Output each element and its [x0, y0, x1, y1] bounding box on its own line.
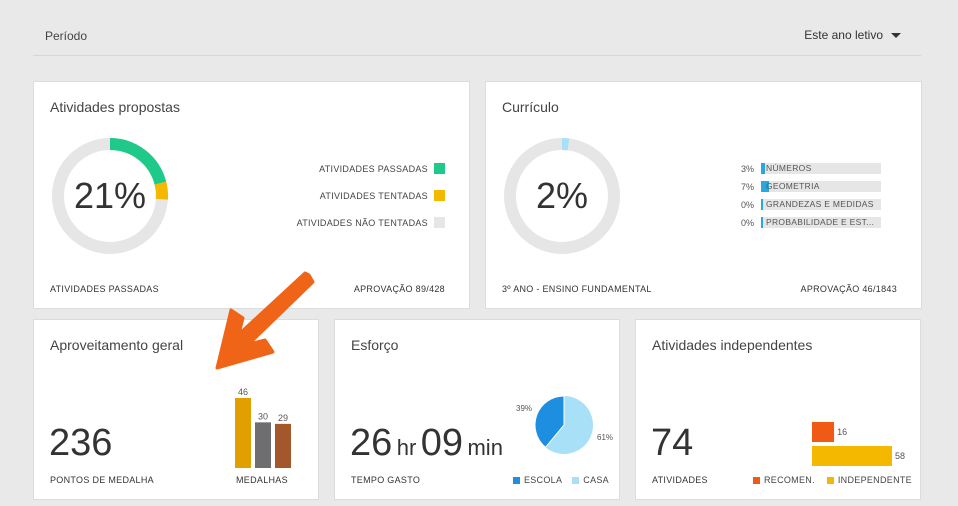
medal-bar-gold [235, 398, 251, 468]
medal-bar-label: 30 [258, 411, 268, 421]
curriculum-row-fill [761, 199, 763, 210]
curriculum-row-label: PROBABILIDADE E EST... [766, 217, 875, 227]
medals-bar-chart: 46 30 29 [235, 387, 291, 468]
arrow-annotation-icon [215, 271, 315, 370]
curriculum-row-label: GRANDEZAS E MEDIDAS [766, 199, 874, 209]
legend-passed: ATIVIDADES PASSADAS [319, 163, 445, 174]
footer-right: APROVAÇÃO 89/428 [353, 284, 445, 294]
activities-donut: 21% [50, 136, 170, 256]
legend-passed-label: ATIVIDADES PASSADAS [319, 163, 428, 174]
curriculum-row-fill [761, 163, 765, 174]
curriculum-row-pct: 0% [741, 217, 755, 228]
footer-left: 3º ANO - ENSINO FUNDAMENTAL [502, 284, 652, 294]
legend-not-attempted-swatch [434, 217, 445, 228]
curriculum-row-bar: NÚMEROS [761, 163, 881, 174]
curriculum-row[interactable]: 0% GRANDEZAS E MEDIDAS [741, 199, 881, 210]
time-spent-value: 26 hr 09 min [350, 422, 503, 465]
effort-legend: ESCOLA CASA [512, 475, 609, 485]
card-title: Aproveitamento geral [50, 337, 184, 353]
card-title: Esforço [351, 337, 399, 353]
independent-legend: RECOMEN. INDEPENDENTE [752, 475, 912, 485]
legend-passed-swatch [434, 163, 445, 174]
legend-not-attempted-label: ATIVIDADES NÃO TENTADAS [296, 217, 428, 228]
chevron-down-icon[interactable] [891, 32, 901, 38]
legend-school-label: ESCOLA [523, 475, 563, 485]
legend-school-swatch [512, 476, 520, 484]
period-dropdown[interactable]: Este ano letivo [804, 28, 901, 42]
curriculum-row-bar: GEOMETRIA [761, 181, 881, 192]
legend-attempted-label: ATIVIDADES TENTADAS [319, 190, 428, 201]
card-curriculo[interactable]: Currículo 2% 3% NÚMEROS 7% GEOMETRIA 0% GRAND… [485, 81, 922, 309]
card-atividades-independentes[interactable]: Atividades independentes 74 ATIVIDADES 1… [635, 319, 921, 500]
medal-bar-label: 46 [238, 387, 248, 397]
legend-home-swatch [572, 476, 580, 484]
legend-not-attempted: ATIVIDADES NÃO TENTADAS [297, 217, 445, 228]
legend-indep-swatch [826, 476, 834, 484]
medals-label: MEDALHAS [236, 475, 288, 485]
curriculum-row-bar: PROBABILIDADE E EST... [761, 217, 881, 228]
school-home-pie-chart: 39% 61% [516, 395, 613, 454]
bar-recommended [812, 422, 835, 442]
bar-label: 58 [895, 451, 905, 461]
curriculum-row-pct: 0% [741, 199, 755, 210]
pie-home-label: 61% [597, 433, 613, 442]
curriculum-row-bar: GRANDEZAS E MEDIDAS [761, 199, 881, 210]
curriculum-row-pct: 7% [741, 181, 755, 192]
curriculum-donut: 2% [502, 136, 622, 256]
pie-school-label: 39% [516, 404, 532, 413]
curriculum-row-label: NÚMEROS [766, 163, 812, 173]
period-value[interactable]: Este ano letivo [804, 28, 883, 42]
card-esforco[interactable]: Esforço 26 hr 09 min TEMPO GASTO 39% 61% … [334, 319, 620, 500]
donut-value: 2% [535, 175, 589, 216]
time-spent-label: TEMPO GASTO [351, 475, 421, 485]
medal-bar-silver [255, 422, 271, 468]
curriculum-row[interactable]: 0% PROBABILIDADE E EST... [741, 217, 881, 228]
legend-recom-label: RECOMEN. [763, 475, 815, 485]
hours-unit: hr [396, 435, 417, 460]
hours-value: 26 [350, 422, 393, 464]
curriculum-row[interactable]: 3% NÚMEROS [741, 163, 881, 174]
curriculum-row-pct: 3% [741, 163, 755, 174]
legend-attempted-swatch [434, 190, 445, 201]
independent-count-value: 74 [651, 422, 694, 464]
footer-right: APROVAÇÃO 46/1843 [800, 284, 897, 294]
bar-independent [812, 446, 892, 466]
independent-count-label: ATIVIDADES [652, 475, 708, 485]
period-label: Período [45, 29, 88, 43]
card-title: Currículo [502, 99, 559, 115]
footer-left: ATIVIDADES PASSADAS [50, 284, 159, 294]
curriculum-row[interactable]: 7% GEOMETRIA [741, 181, 881, 192]
minutes-value: 09 [420, 422, 464, 464]
card-title: Atividades independentes [652, 337, 813, 353]
minutes-unit: min [467, 435, 503, 460]
curriculum-row-label: GEOMETRIA [766, 181, 820, 191]
curriculum-row-fill [761, 217, 763, 228]
independent-bar-chart: 1658 [812, 422, 905, 466]
legend-recom-swatch [752, 476, 760, 484]
donut-value: 21% [73, 175, 147, 216]
medal-bar-bronze [275, 423, 291, 468]
medal-bar-label: 29 [278, 413, 288, 423]
bar-label: 16 [837, 427, 847, 437]
legend-home-label: CASA [583, 475, 609, 485]
period-bar: Período Este ano letivo [33, 0, 921, 56]
card-title: Atividades propostas [50, 99, 180, 115]
medal-points-value: 236 [49, 422, 113, 464]
medal-points-label: PONTOS DE MEDALHA [50, 475, 154, 485]
legend-indep-label: INDEPENDENTE [837, 475, 912, 485]
legend-attempted: ATIVIDADES TENTADAS [320, 190, 445, 201]
